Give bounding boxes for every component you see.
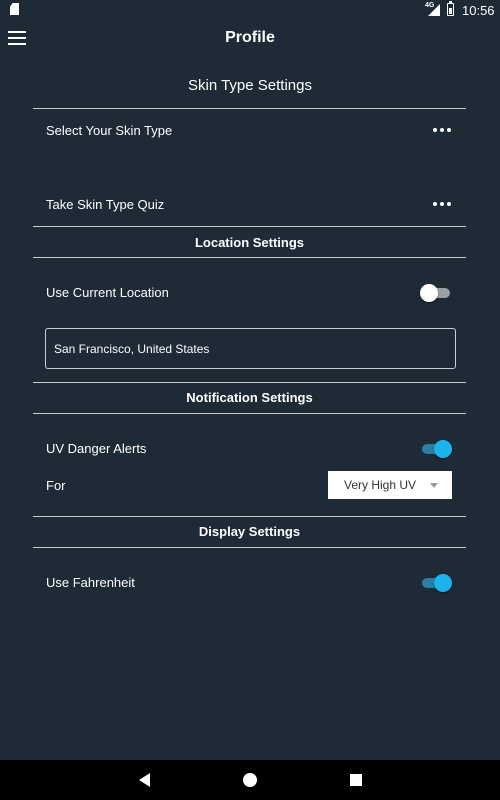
status-bar: 4G 10:56: [0, 0, 500, 20]
divider: [33, 413, 466, 414]
cell-signal-icon: [428, 4, 440, 16]
select-skin-type-label[interactable]: Select Your Skin Type: [46, 123, 172, 138]
divider: [33, 257, 466, 258]
app-bar: Profile: [0, 20, 500, 56]
battery-icon: [447, 1, 454, 16]
status-time: 10:56: [462, 3, 495, 18]
notification-settings-heading: Notification Settings: [186, 390, 313, 405]
location-settings-heading: Location Settings: [194, 235, 305, 250]
profile-screen: 4G 10:56 Profile Skin Type Settings Sele…: [0, 0, 500, 800]
sd-card-icon: [10, 3, 19, 15]
location-input[interactable]: [45, 328, 456, 369]
toggle-knob: [420, 284, 438, 302]
use-fahrenheit-label: Use Fahrenheit: [46, 575, 135, 590]
page-title: Profile: [225, 29, 275, 46]
dropdown-caret-icon: [430, 483, 438, 488]
divider: [33, 516, 466, 517]
use-current-location-toggle[interactable]: [420, 283, 452, 303]
divider: [33, 547, 466, 548]
take-skin-quiz-label[interactable]: Take Skin Type Quiz: [46, 197, 164, 212]
divider: [33, 226, 466, 227]
toggle-knob: [434, 440, 452, 458]
uv-danger-alerts-label: UV Danger Alerts: [46, 441, 147, 456]
uv-danger-alerts-toggle[interactable]: [420, 439, 452, 459]
uv-level-selected-value: Very High UV: [344, 478, 417, 492]
divider: [33, 382, 466, 383]
toggle-knob: [434, 574, 452, 592]
use-current-location-label: Use Current Location: [46, 285, 169, 300]
select-skin-type-more-icon[interactable]: [432, 126, 452, 134]
divider: [33, 108, 466, 109]
use-fahrenheit-toggle[interactable]: [420, 573, 452, 593]
system-nav-bar: [0, 760, 500, 800]
uv-level-for-label: For: [46, 478, 66, 493]
back-icon[interactable]: [139, 773, 150, 787]
display-settings-heading: Display Settings: [198, 524, 301, 539]
recents-icon[interactable]: [350, 774, 362, 786]
take-skin-quiz-more-icon[interactable]: [432, 200, 452, 208]
skin-type-settings-heading: Skin Type Settings: [188, 77, 312, 94]
uv-level-dropdown[interactable]: Very High UV: [328, 471, 452, 499]
home-icon[interactable]: [243, 773, 257, 787]
